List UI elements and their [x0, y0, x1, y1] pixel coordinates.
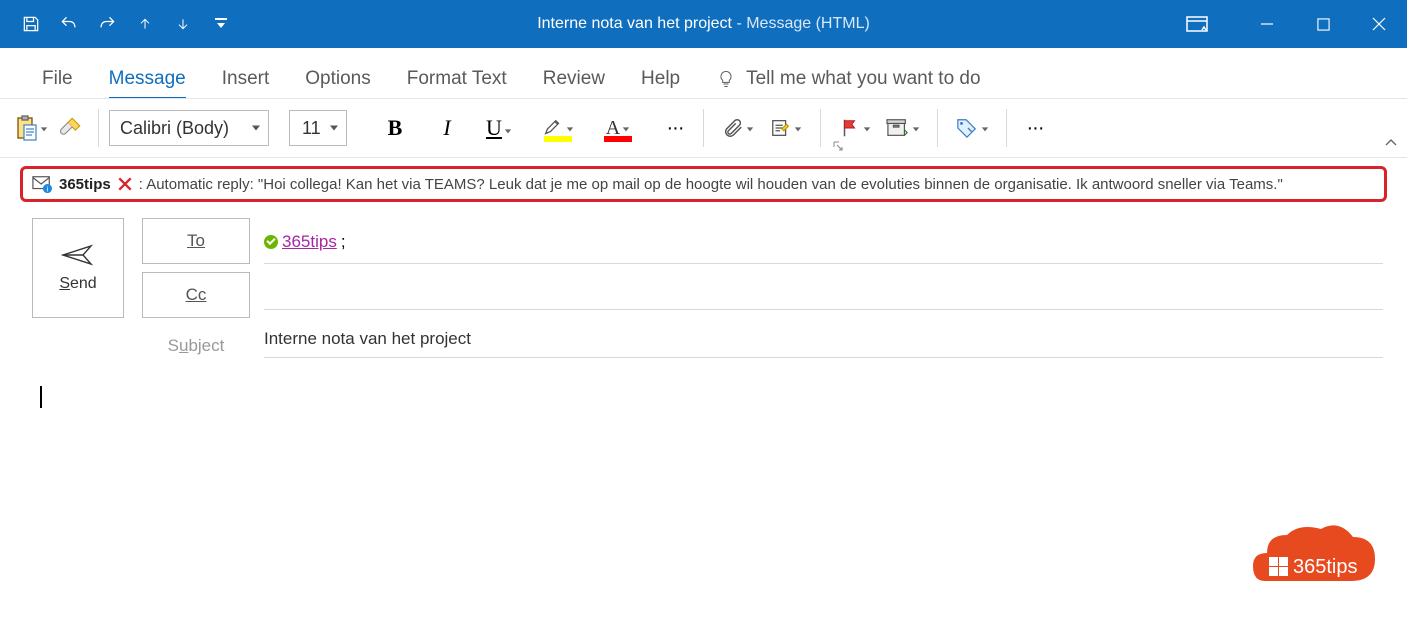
- quick-access-toolbar: [0, 9, 236, 39]
- archive-box-icon: [886, 117, 910, 139]
- tell-me-placeholder: Tell me what you want to do: [746, 68, 980, 90]
- chevron-down-icon: [504, 115, 512, 141]
- maximize-button[interactable]: [1295, 0, 1351, 48]
- chevron-down-icon: [746, 120, 754, 136]
- tell-me-search[interactable]: Tell me what you want to do: [698, 68, 998, 98]
- chevron-down-icon: [912, 120, 920, 136]
- undo-icon[interactable]: [54, 9, 84, 39]
- more-formatting-button[interactable]: ···: [657, 110, 693, 146]
- tab-message[interactable]: Message: [91, 68, 204, 98]
- send-label: Send: [59, 275, 96, 293]
- tab-insert[interactable]: Insert: [204, 68, 288, 98]
- window-title: Interne nota van het project - Message (…: [537, 15, 870, 33]
- recipient-name[interactable]: 365tips: [282, 232, 337, 252]
- chevron-down-icon: [863, 120, 871, 136]
- underline-button[interactable]: U: [481, 110, 517, 146]
- chevron-down-icon: [40, 120, 48, 136]
- ribbon-toolbar: Calibri (Body) 11 B I U A ···: [0, 98, 1407, 158]
- font-name-value: Calibri (Body): [120, 118, 229, 139]
- recipient-chip[interactable]: 365tips;: [264, 232, 346, 252]
- bold-button[interactable]: B: [377, 110, 413, 146]
- recipient-trailer: ;: [341, 232, 346, 252]
- group-separator: [98, 109, 99, 147]
- title-doc-name: Interne nota van het project: [537, 15, 732, 32]
- save-icon[interactable]: [16, 9, 46, 39]
- cc-button[interactable]: Cc: [142, 272, 250, 318]
- mailtip-bar: i 365tips : Automatic reply: "Hoi colleg…: [20, 166, 1387, 202]
- next-item-icon[interactable]: [168, 9, 198, 39]
- tab-file[interactable]: File: [24, 68, 91, 98]
- group-separator: [937, 109, 938, 147]
- format-painter-button[interactable]: [52, 110, 88, 146]
- text-cursor: [40, 386, 42, 408]
- font-color-swatch: [604, 136, 632, 142]
- send-button[interactable]: Send: [32, 218, 124, 318]
- sensitivity-button[interactable]: [948, 110, 996, 146]
- cc-input[interactable]: [264, 278, 1383, 298]
- signature-icon: [770, 117, 792, 139]
- tab-options[interactable]: Options: [287, 68, 388, 98]
- highlight-swatch: [544, 136, 572, 142]
- mailtip-sender: 365tips: [59, 176, 111, 193]
- mailtip-icon: i: [31, 174, 53, 194]
- signature-button[interactable]: [762, 110, 810, 146]
- address-fields: 365tips;: [264, 218, 1383, 366]
- paperclip-icon: [722, 116, 744, 140]
- watermark-logo: 365tips: [1243, 511, 1383, 599]
- chevron-down-icon: [566, 120, 574, 136]
- subject-field[interactable]: [264, 318, 1383, 358]
- font-name-select[interactable]: Calibri (Body): [109, 110, 269, 146]
- group-separator: [820, 109, 821, 147]
- font-color-button[interactable]: A: [593, 110, 643, 146]
- font-size-value: 11: [302, 118, 321, 139]
- clipboard-icon: [14, 113, 38, 143]
- more-commands-button[interactable]: ···: [1017, 110, 1053, 146]
- font-size-select[interactable]: 11: [289, 110, 347, 146]
- dialog-launcher-icon[interactable]: [832, 139, 848, 155]
- subject-input[interactable]: [264, 329, 1383, 349]
- highlight-color-button[interactable]: [533, 110, 583, 146]
- previous-item-icon[interactable]: [130, 9, 160, 39]
- tab-format-text[interactable]: Format Text: [389, 68, 525, 98]
- tab-review[interactable]: Review: [525, 68, 623, 98]
- ribbon-display-options-icon[interactable]: [1175, 10, 1219, 38]
- paintbrush-icon: [57, 115, 83, 141]
- customize-qat-icon[interactable]: [206, 9, 236, 39]
- chevron-down-icon: [981, 120, 989, 136]
- close-button[interactable]: [1351, 0, 1407, 48]
- close-icon[interactable]: [117, 176, 133, 192]
- titlebar: Interne nota van het project - Message (…: [0, 0, 1407, 48]
- cc-field[interactable]: [264, 264, 1383, 310]
- group-separator: [1006, 109, 1007, 147]
- to-button[interactable]: To: [142, 218, 250, 264]
- assign-policy-button[interactable]: [879, 110, 927, 146]
- chevron-down-icon: [622, 120, 630, 136]
- minimize-button[interactable]: [1239, 0, 1295, 48]
- paste-button[interactable]: [10, 110, 52, 146]
- ribbon-tabs: File Message Insert Options Format Text …: [0, 48, 1407, 98]
- group-separator: [703, 109, 704, 147]
- compose-header: Send To Cc Subject 365tips;: [0, 208, 1407, 366]
- to-field[interactable]: 365tips;: [264, 218, 1383, 264]
- lightbulb-icon: [716, 69, 736, 89]
- title-separator: -: [732, 15, 746, 32]
- window-controls: [1175, 0, 1407, 48]
- redo-icon[interactable]: [92, 9, 122, 39]
- tag-icon: [955, 117, 979, 139]
- collapse-ribbon-icon[interactable]: [1381, 133, 1401, 153]
- mailtip-text: : Automatic reply: "Hoi collega! Kan het…: [139, 176, 1283, 193]
- italic-button[interactable]: I: [429, 110, 465, 146]
- message-body[interactable]: [0, 366, 1407, 428]
- chevron-down-icon: [794, 120, 802, 136]
- underline-letter: U: [486, 115, 502, 141]
- subject-label: Subject: [142, 326, 250, 366]
- tab-help[interactable]: Help: [623, 68, 698, 98]
- send-icon: [61, 243, 95, 267]
- flag-icon: [839, 117, 861, 139]
- title-message-type: Message (HTML): [746, 15, 870, 32]
- attach-file-button[interactable]: [714, 110, 762, 146]
- address-buttons: To Cc: [142, 218, 250, 318]
- presence-available-icon: [264, 235, 278, 249]
- watermark-text: 365tips: [1293, 556, 1358, 578]
